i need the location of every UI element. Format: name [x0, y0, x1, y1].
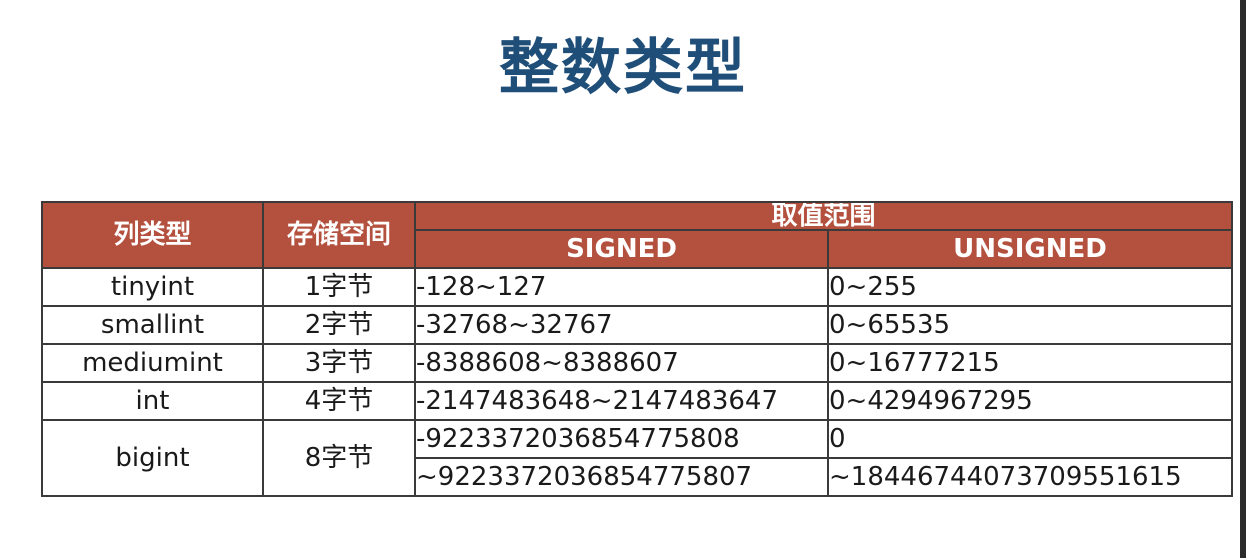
- cell-storage: 4字节: [262, 381, 416, 421]
- table-row: tinyint 1字节 -128~127 0~255: [41, 267, 1234, 307]
- cell-type: int: [41, 381, 264, 421]
- cell-type: bigint: [41, 419, 264, 497]
- header-signed: SIGNED: [414, 229, 829, 269]
- table-row: bigint 8字节 -9223372036854775808 0: [41, 419, 1234, 497]
- table-row: smallint 2字节 -32768~32767 0~65535: [41, 305, 1234, 345]
- table-row: mediumint 3字节 -8388608~8388607 0~1677721…: [41, 343, 1234, 383]
- cell-unsigned: 0~4294967295: [826, 381, 1234, 421]
- cell-unsigned: ~18446744073709551615: [826, 457, 1234, 497]
- cell-signed: -9223372036854775808: [414, 419, 829, 459]
- cell-storage: 8字节: [262, 419, 416, 497]
- header-column-type: 列类型: [41, 201, 264, 269]
- cell-storage: 1字节: [262, 267, 416, 307]
- slide-title: 整数类型: [499, 33, 747, 103]
- integer-types-table: 列类型 存储空间 取值范围 SIGNED UNSIGNED tinyint 1字…: [41, 201, 1234, 497]
- table-row: int 4字节 -2147483648~2147483647 0~4294967…: [41, 381, 1234, 421]
- header-range: 取值范围: [413, 201, 1234, 231]
- cell-unsigned: 0~255: [826, 267, 1234, 307]
- header-row: 列类型 存储空间 取值范围: [41, 201, 1234, 269]
- header-storage: 存储空间: [262, 201, 416, 269]
- cell-signed: -8388608~8388607: [414, 343, 829, 383]
- cell-signed: -2147483648~2147483647: [414, 381, 829, 421]
- cell-type: smallint: [41, 305, 264, 345]
- cell-signed: -32768~32767: [414, 305, 829, 345]
- cell-unsigned: 0~65535: [826, 305, 1234, 345]
- slide: 整数类型 列类型 存储空间 取值范围 SIGNED UNSIGNED tinyi…: [0, 0, 1246, 558]
- cell-unsigned: 0~16777215: [826, 343, 1234, 383]
- cell-type: mediumint: [41, 343, 264, 383]
- header-unsigned: UNSIGNED: [826, 229, 1234, 269]
- cell-signed: ~9223372036854775807: [414, 457, 829, 497]
- cell-unsigned: 0: [826, 419, 1234, 459]
- cell-storage: 2字节: [262, 305, 416, 345]
- cell-signed: -128~127: [414, 267, 829, 307]
- window-edge: [1240, 0, 1246, 558]
- cell-storage: 3字节: [262, 343, 416, 383]
- cell-type: tinyint: [41, 267, 264, 307]
